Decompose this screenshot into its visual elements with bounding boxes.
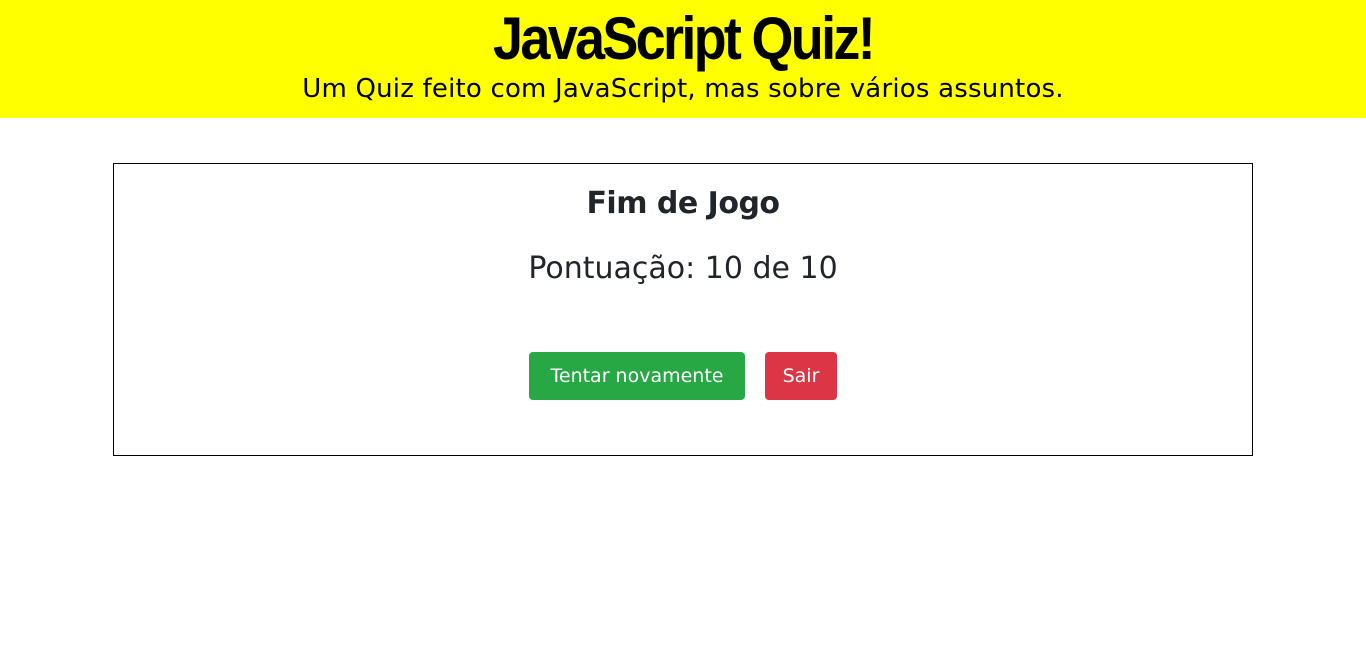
score-text: Pontuação: 10 de 10 bbox=[528, 251, 838, 286]
game-over-panel: Fim de Jogo Pontuação: 10 de 10 Tentar n… bbox=[113, 163, 1253, 456]
game-over-heading: Fim de Jogo bbox=[586, 186, 780, 221]
retry-button[interactable]: Tentar novamente bbox=[529, 352, 745, 400]
site-header: JavaScript Quiz! Um Quiz feito com JavaS… bbox=[0, 0, 1366, 118]
site-subtitle: Um Quiz feito com JavaScript, mas sobre … bbox=[302, 74, 1064, 104]
site-title: JavaScript Quiz! bbox=[493, 5, 876, 72]
action-buttons: Tentar novamente Sair bbox=[114, 352, 1252, 400]
exit-button[interactable]: Sair bbox=[765, 352, 837, 400]
